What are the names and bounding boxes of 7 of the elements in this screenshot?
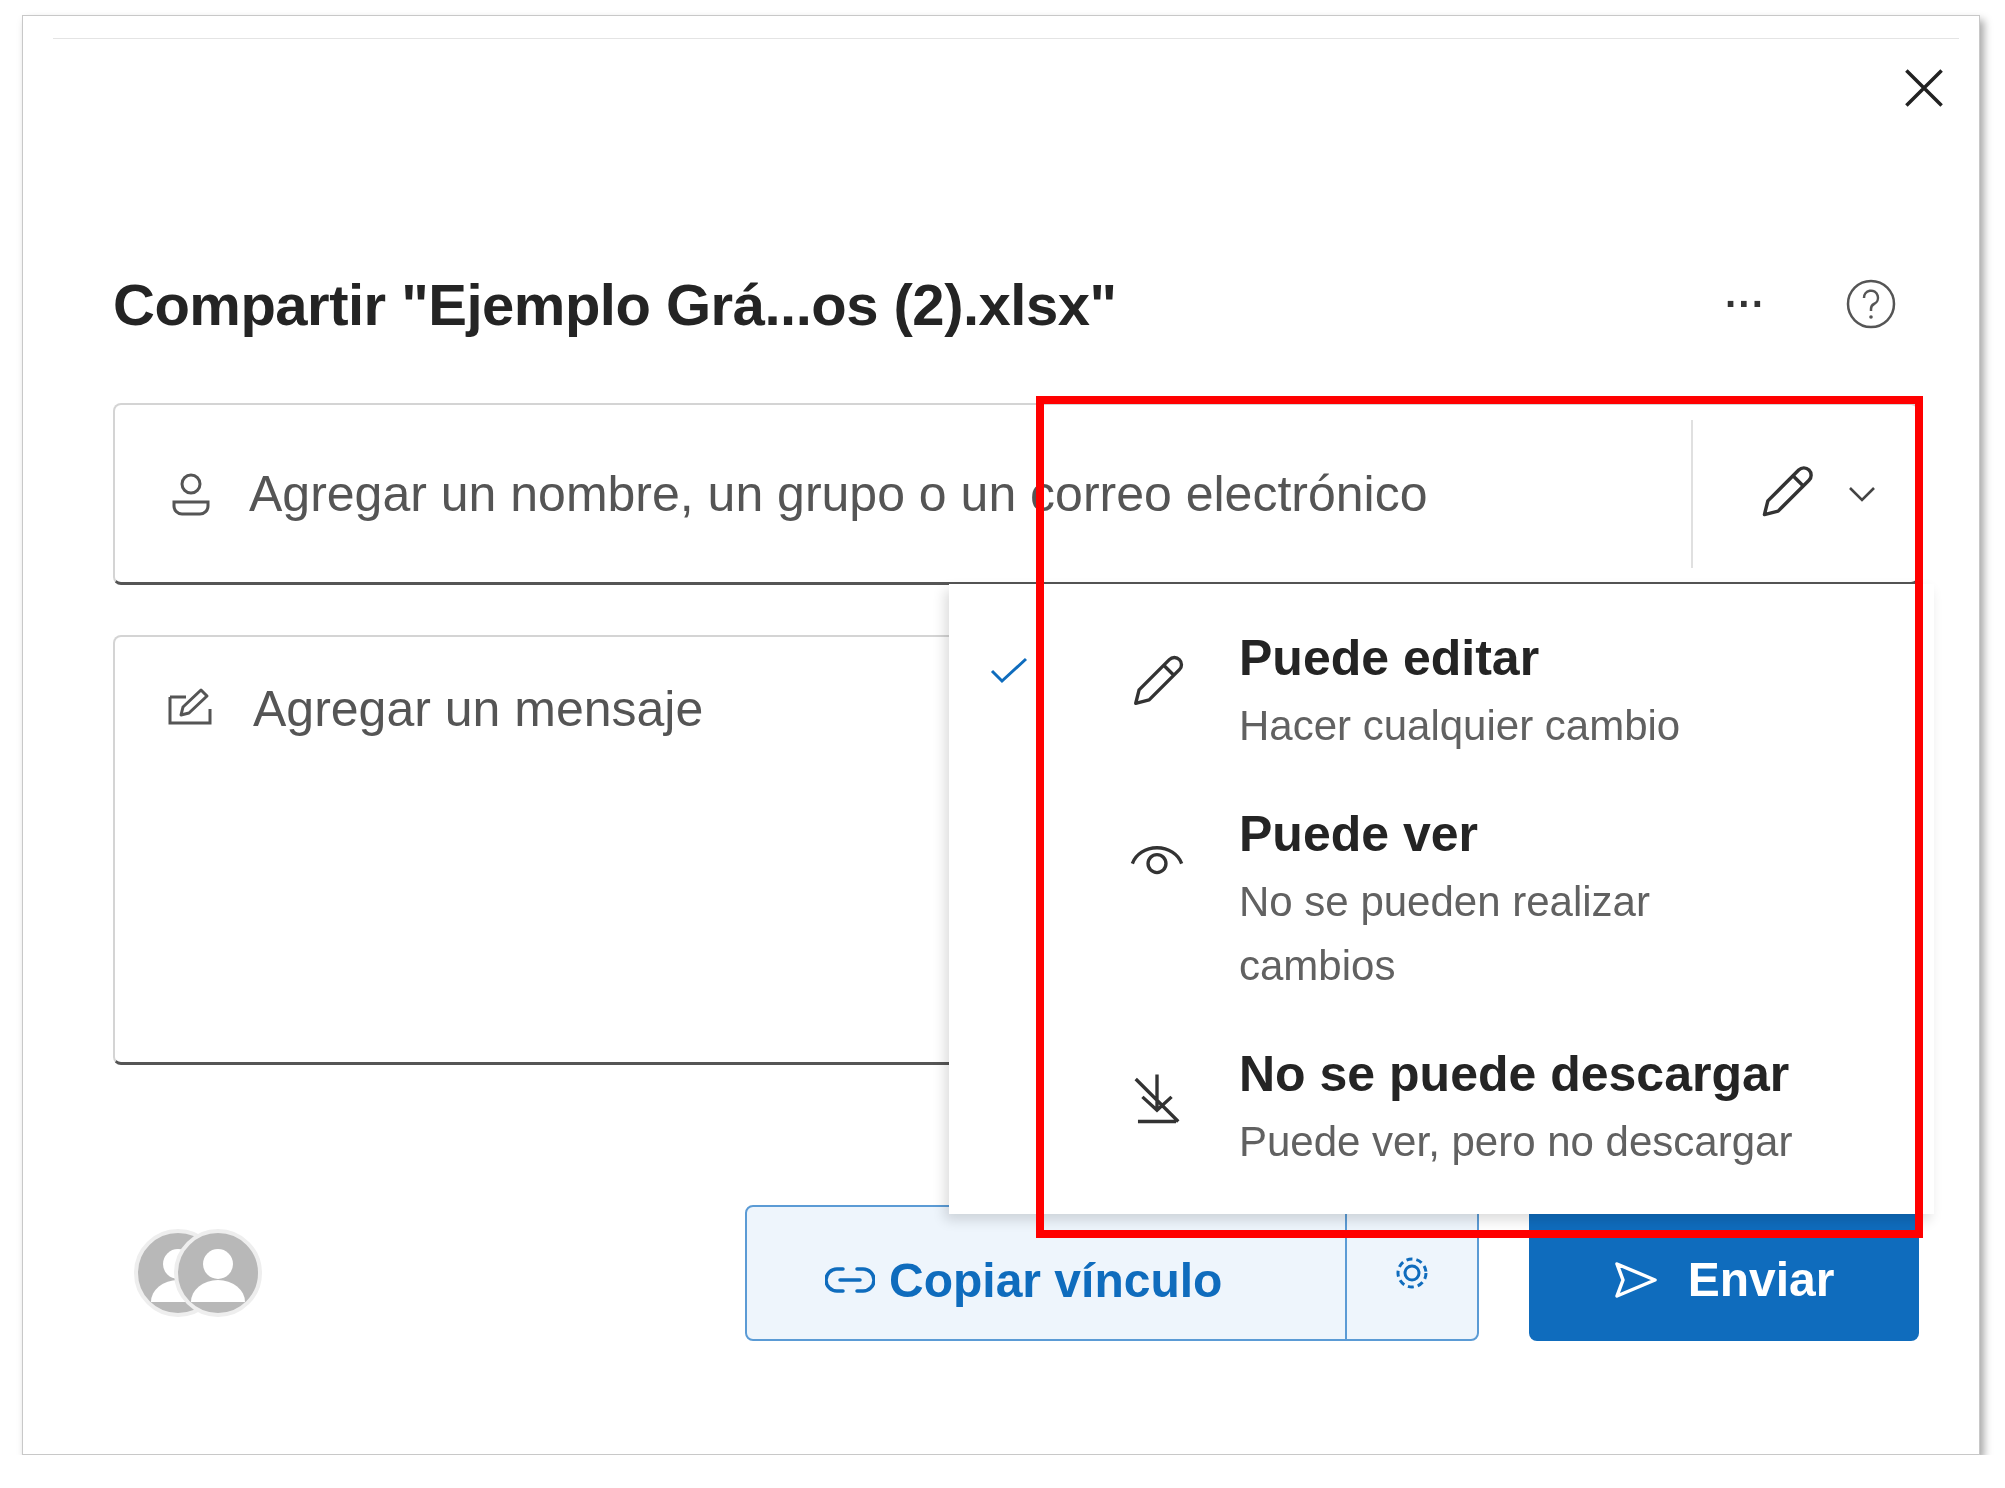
option-description: Puede ver, pero no descargar — [1239, 1117, 1794, 1167]
option-title: No se puede descargar — [1239, 1045, 1791, 1104]
option-title: Puede editar — [1239, 629, 1541, 688]
option-description: No se pueden realizar cambios — [1239, 877, 1651, 991]
option-description: Hacer cualquier cambio — [1239, 701, 1682, 751]
option-title: Puede ver — [1239, 805, 1479, 864]
dialog-title: Compartir "Ejemplo Grá...os (2).xlsx" — [113, 270, 1118, 338]
